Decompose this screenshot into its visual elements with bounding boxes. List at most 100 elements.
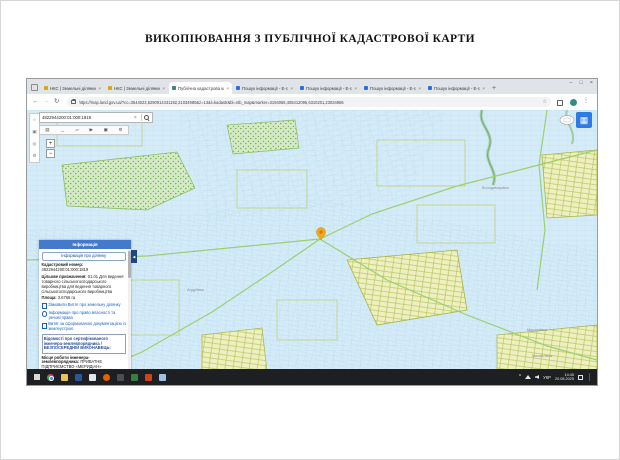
back-icon[interactable]: ← bbox=[32, 98, 39, 106]
word-icon[interactable] bbox=[75, 374, 82, 381]
chrome-icon[interactable] bbox=[47, 374, 54, 381]
lock-icon bbox=[71, 100, 76, 105]
basemap-layers-button[interactable]: ▦ bbox=[576, 112, 592, 128]
panel-collapse-button[interactable]: ◀ bbox=[131, 250, 137, 263]
tray-expand-icon[interactable]: ^ bbox=[519, 375, 521, 380]
parcel-info-panel: Інформація Інформація про ділянку Кадаст… bbox=[39, 240, 131, 369]
field-value: 3.6766 га bbox=[58, 295, 75, 300]
profile-avatar[interactable] bbox=[570, 99, 577, 106]
browser-menu-icon[interactable]: ⋮ bbox=[583, 97, 589, 104]
map-toolbar: ▤ ↔ ▱ ▶ ▣ ⚙ bbox=[39, 125, 129, 135]
history-icon[interactable]: ◎ bbox=[33, 141, 37, 147]
field-value: 4822944200:01:000:1819 bbox=[42, 267, 89, 272]
map-favicon bbox=[172, 86, 176, 90]
copy-layers-icon[interactable]: ▣ bbox=[104, 127, 108, 133]
cursor-icon[interactable]: ▶ bbox=[90, 127, 94, 133]
document-page: ВИКОПІЮВАННЯ З ПУБЛІЧНОЇ КАДАСТРОВОЇ КАР… bbox=[0, 0, 620, 460]
info-icon bbox=[42, 311, 48, 317]
document-icon bbox=[42, 303, 47, 309]
excel-icon[interactable] bbox=[131, 374, 138, 381]
tab-label: НКС | Земельні ділянки bbox=[114, 86, 160, 91]
divider bbox=[141, 114, 142, 121]
light-app-icon[interactable] bbox=[159, 374, 166, 381]
field-label: Площа: bbox=[42, 295, 57, 300]
minimize-button[interactable]: – bbox=[569, 80, 572, 86]
zoom-in-button[interactable]: + bbox=[46, 139, 55, 148]
tab-nks-1[interactable]: НКС | Земельні ділянки × bbox=[41, 82, 104, 94]
close-button[interactable]: × bbox=[590, 80, 593, 86]
network-icon[interactable] bbox=[525, 375, 531, 379]
measure-icon[interactable]: ↔ bbox=[60, 128, 65, 133]
link-label: Інформація про право власності та речові… bbox=[49, 311, 126, 321]
document-icon bbox=[42, 323, 47, 329]
tab-close-icon[interactable]: × bbox=[226, 86, 229, 91]
tab-eservices-3[interactable]: Пошук інформації - Е-сервіси × bbox=[361, 82, 424, 94]
print-icon[interactable]: ▤ bbox=[45, 127, 49, 133]
area-measure-icon[interactable]: ▱ bbox=[75, 127, 79, 133]
workspace-icon[interactable] bbox=[31, 84, 38, 91]
clear-search-icon[interactable]: × bbox=[134, 115, 137, 121]
settlement-label: Миколаївка bbox=[527, 328, 547, 332]
tab-close-icon[interactable]: × bbox=[418, 86, 421, 91]
tab-close-icon[interactable]: × bbox=[354, 86, 357, 91]
nks-favicon bbox=[108, 86, 112, 90]
firefox-icon[interactable] bbox=[103, 374, 110, 381]
ownership-info-link[interactable]: Інформація про право власності та речові… bbox=[42, 311, 127, 321]
clock[interactable]: 14:45 20.08.2025 bbox=[555, 373, 574, 382]
tab-eservices-2[interactable]: Пошук інформації - Е-сервіси × bbox=[297, 82, 360, 94]
dark-app-icon[interactable] bbox=[117, 374, 124, 381]
extensions-icon[interactable] bbox=[557, 100, 563, 106]
workplace-field: Місце роботи інженера-землевпорядника: П… bbox=[42, 356, 127, 370]
tab-nks-2[interactable]: НКС | Земельні ділянки × bbox=[105, 82, 168, 94]
bookmark-star-icon[interactable]: ☆ bbox=[543, 99, 547, 105]
start-button[interactable] bbox=[34, 374, 40, 380]
tab-label: Публічна кадастрова карта Ук bbox=[178, 86, 224, 91]
search-icon[interactable] bbox=[144, 115, 149, 120]
eservice-favicon bbox=[364, 86, 368, 90]
show-desktop-button[interactable] bbox=[589, 373, 592, 382]
tab-label: НКС | Земельні ділянки bbox=[50, 86, 96, 91]
eservice-favicon bbox=[236, 86, 240, 90]
eservice-favicon bbox=[300, 86, 304, 90]
browser-tab-strip: НКС | Земельні ділянки × НКС | Земельні … bbox=[27, 79, 597, 94]
forward-icon[interactable]: → bbox=[43, 98, 50, 106]
document-app-icon[interactable] bbox=[89, 374, 96, 381]
orange-app-icon[interactable] bbox=[145, 374, 152, 381]
action-center-icon[interactable] bbox=[578, 375, 583, 380]
tab-close-icon[interactable]: × bbox=[482, 86, 485, 91]
tab-close-icon[interactable]: × bbox=[162, 86, 165, 91]
new-tab-button[interactable]: + bbox=[492, 85, 496, 92]
settlement-label: Володимирівка bbox=[482, 186, 509, 190]
search-value: 4822944200:01:000:1819 bbox=[42, 115, 132, 120]
maximize-button[interactable]: □ bbox=[579, 80, 582, 86]
tab-close-icon[interactable]: × bbox=[290, 86, 293, 91]
tab-label: Пошук інформації - Е-сервіси bbox=[434, 86, 480, 91]
tools-gear-icon[interactable]: ⚙ bbox=[119, 127, 123, 133]
tab-eservices-4[interactable]: Пошук інформації - Е-сервіси × bbox=[425, 82, 488, 94]
settings-gear-icon[interactable]: ⚙ bbox=[32, 153, 36, 159]
system-tray: ^ УКР 14:45 20.08.2025 bbox=[519, 373, 597, 382]
map-viewport: Володимирівка Андріївка Миколаївка Михай… bbox=[27, 110, 597, 369]
order-extract-link[interactable]: Замовити Витяг про земельну ділянку bbox=[42, 303, 127, 309]
cadastral-search-input[interactable]: 4822944200:01:000:1819 × bbox=[39, 112, 153, 123]
url-field[interactable]: https://map.land.gov.ua/?cc=3544023,5290… bbox=[67, 97, 551, 107]
volume-icon[interactable] bbox=[535, 375, 539, 379]
land-doc-extract-link[interactable]: Витяг за сформованою документацією із зе… bbox=[42, 322, 127, 332]
language-indicator[interactable]: УКР bbox=[543, 375, 551, 380]
panel-scrollbar[interactable] bbox=[128, 249, 131, 369]
parcel-details-button[interactable]: Інформація про ділянку bbox=[42, 252, 127, 261]
favorites-star-icon[interactable]: ☆ bbox=[32, 117, 36, 123]
layers-icon[interactable]: ▣ bbox=[32, 129, 36, 135]
reload-icon[interactable]: ↻ bbox=[54, 98, 59, 106]
folder-icon[interactable] bbox=[61, 374, 68, 381]
tab-cadastral-map-active[interactable]: Публічна кадастрова карта Ук × bbox=[169, 82, 232, 94]
tab-close-icon[interactable]: × bbox=[98, 86, 101, 91]
tray-date: 20.08.2025 bbox=[555, 377, 574, 381]
executor-note: Відомості про сертифікованого інженера-з… bbox=[42, 334, 127, 353]
link-label: Витяг за сформованою документацією із зе… bbox=[48, 322, 126, 332]
tab-label: Пошук інформації - Е-сервіси bbox=[306, 86, 352, 91]
panel-body: Інформація про ділянку Кадастровий номер… bbox=[39, 249, 128, 369]
zoom-out-button[interactable]: − bbox=[46, 149, 55, 158]
area-field: Площа: 3.6766 га bbox=[42, 296, 127, 301]
tab-eservices-1[interactable]: Пошук інформації - Е-сервіси × bbox=[233, 82, 296, 94]
